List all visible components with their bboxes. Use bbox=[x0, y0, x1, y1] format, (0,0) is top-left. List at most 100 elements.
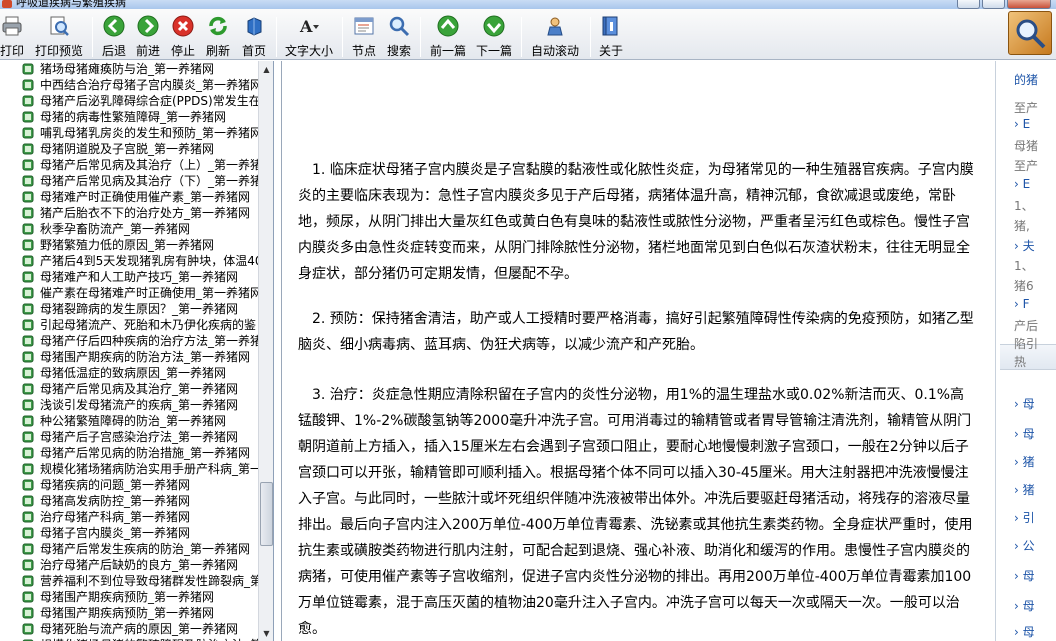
related-item[interactable]: › F bbox=[1014, 297, 1030, 311]
document-icon bbox=[22, 159, 34, 171]
related-item[interactable]: 热 bbox=[1014, 353, 1026, 370]
related-item[interactable]: 的猪 bbox=[1014, 71, 1038, 88]
related-item[interactable]: 猪6 bbox=[1014, 277, 1034, 294]
related-item[interactable]: 产后 bbox=[1014, 317, 1038, 334]
tree-item[interactable]: 母猪产后常见病及其治疗_第一养猪网 bbox=[0, 381, 258, 397]
related-item[interactable]: › 母 bbox=[1014, 623, 1035, 640]
article-tree: 猪场母猪瘫痪防与治_第一养猪网 中西结合治疗母猪子宫内膜炎_第一养猪网 母猪产后泌乳… bbox=[0, 61, 274, 641]
document-icon bbox=[22, 511, 34, 523]
related-item[interactable]: 1、 bbox=[1014, 197, 1034, 214]
tree-item[interactable]: 猪产后胎衣不下的治疗处方_第一养猪网 bbox=[0, 205, 258, 221]
document-icon bbox=[22, 319, 34, 331]
related-item[interactable]: › E bbox=[1014, 177, 1030, 191]
font-size-button[interactable]: A 文字大小 bbox=[283, 12, 335, 58]
tree-item[interactable]: 哺乳母猪乳房炎的发生和预防_第一养猪网 bbox=[0, 125, 258, 141]
tree-item[interactable]: 母猪产后常见病的防治措施_第一养猪网 bbox=[0, 445, 258, 461]
auto-scroll-icon bbox=[544, 15, 566, 37]
related-item[interactable]: › 引 bbox=[1014, 509, 1035, 526]
related-item[interactable]: 猪, bbox=[1014, 217, 1030, 234]
tree-item[interactable]: 母猪产后泌乳障碍综合症(PPDS)常发生在母 bbox=[0, 93, 258, 109]
print-preview-button[interactable]: 打印预览 bbox=[34, 12, 84, 58]
related-item[interactable]: 陷引 bbox=[1014, 335, 1038, 352]
about-button[interactable]: 关于 bbox=[597, 12, 625, 58]
scroll-thumb[interactable] bbox=[260, 482, 273, 546]
back-arrow-icon bbox=[103, 15, 125, 37]
tree-item[interactable]: 母猪低温症的致病原因_第一养猪网 bbox=[0, 365, 258, 381]
article-paragraph: 2. 预防：保持猪舍清洁，助产或人工授精时要严格消毒，搞好引起繁殖障碍性传染病的… bbox=[298, 311, 974, 353]
document-icon bbox=[22, 367, 34, 379]
maximize-button[interactable] bbox=[982, 0, 1005, 9]
tree-item-label: 母猪裂蹄病的发生原因？_第一养猪网 bbox=[40, 302, 239, 316]
tree-item[interactable]: 母猪死胎与流产病的原因_第一养猪网 bbox=[0, 621, 258, 637]
close-window-button[interactable] bbox=[1007, 0, 1051, 9]
tree-item[interactable]: 规模化猪场母猪的繁殖障碍及防治方法_第 bbox=[0, 637, 258, 641]
tree-item[interactable]: 产猪后4到5天发现猪乳房有肿块，体温40 bbox=[0, 253, 258, 269]
stop-button[interactable]: 停止 bbox=[169, 12, 197, 58]
tree-item[interactable]: 催产素在母猪难产时正确使用_第一养猪网 bbox=[0, 285, 258, 301]
document-icon bbox=[22, 335, 34, 347]
forward-button[interactable]: 前进 bbox=[134, 12, 162, 58]
tree-item[interactable]: 猪场母猪瘫痪防与治_第一养猪网 bbox=[0, 61, 258, 77]
tree-item[interactable]: 母猪阴道脱及子宫脱_第一养猪网 bbox=[0, 141, 258, 157]
next-article-button[interactable]: 下一篇 bbox=[474, 12, 514, 58]
tree-item[interactable]: 母猪产后常发生疾病的防治_第一养猪网 bbox=[0, 541, 258, 557]
tree-item[interactable]: 营养福利不到位导致母猪群发性蹄裂病_第 bbox=[0, 573, 258, 589]
tree-item[interactable]: 秋季孕畜防流产_第一养猪网 bbox=[0, 221, 258, 237]
tree-item[interactable]: 母猪高发病防控_第一养猪网 bbox=[0, 493, 258, 509]
tree-item[interactable]: 母猪产仔后四种疾病的治疗方法_第一养猪 bbox=[0, 333, 258, 349]
tree-item[interactable]: 母猪的病毒性繁殖障碍_第一养猪网 bbox=[0, 109, 258, 125]
tree-item[interactable]: 母猪产后常见病及其治疗（下）_第一养猪 bbox=[0, 173, 258, 189]
tree-item[interactable]: 母猪难产时正确使用催产素_第一养猪网 bbox=[0, 189, 258, 205]
related-item[interactable]: › 夫 bbox=[1014, 237, 1035, 254]
related-item[interactable]: › 猪 bbox=[1014, 453, 1035, 470]
print-preview-icon bbox=[48, 15, 70, 37]
tree-item[interactable]: 母猪疾病的问题_第一养猪网 bbox=[0, 477, 258, 493]
tree-item[interactable]: 母猪子宫内膜炎_第一养猪网 bbox=[0, 525, 258, 541]
tree-item[interactable]: 母猪难产和人工助产技巧_第一养猪网 bbox=[0, 269, 258, 285]
related-item[interactable]: › 母 bbox=[1014, 597, 1035, 614]
related-item[interactable]: › E bbox=[1014, 117, 1030, 131]
tree-item[interactable]: 母猪产后子宫感染治疗法_第一养猪网 bbox=[0, 429, 258, 445]
related-item[interactable]: 至产 bbox=[1014, 157, 1038, 174]
tree-scrollbar[interactable]: ▲ ▼ bbox=[258, 61, 273, 641]
auto-scroll-button[interactable]: 自动滚动 bbox=[529, 12, 581, 58]
tree-item[interactable]: 浅谈引发母猪流产的疾病_第一养猪网 bbox=[0, 397, 258, 413]
tree-item[interactable]: 母猪产后常见病及其治疗（上）_第一养猪 bbox=[0, 157, 258, 173]
tree-item[interactable]: 引起母猪流产、死胎和木乃伊化疾病的鉴 bbox=[0, 317, 258, 333]
document-icon bbox=[22, 431, 34, 443]
tree-item[interactable]: 野猪繁殖力低的原因_第一养猪网 bbox=[0, 237, 258, 253]
document-icon bbox=[22, 239, 34, 251]
related-item[interactable]: 母猪 bbox=[1014, 137, 1038, 154]
related-item[interactable]: › 母 bbox=[1014, 567, 1035, 584]
related-item[interactable]: › 母 bbox=[1014, 425, 1035, 442]
tree-item-label: 母猪产后子宫感染治疗法_第一养猪网 bbox=[40, 430, 239, 444]
scroll-down-arrow-icon[interactable]: ▼ bbox=[259, 625, 273, 641]
related-item[interactable]: 1、 bbox=[1014, 257, 1034, 274]
tree-item[interactable]: 母猪围产期疾病预防_第一养猪网 bbox=[0, 605, 258, 621]
article-content: 1. 临床症状母猪子宫内膜炎是子宫黏膜的黏液性或化脓性炎症，为母猪常见的一种生殖… bbox=[281, 61, 994, 641]
tree-item[interactable]: 中西结合治疗母猪子宫内膜炎_第一养猪网 bbox=[0, 77, 258, 93]
tree-item[interactable]: 母猪围产期疾病的防治方法_第一养猪网 bbox=[0, 349, 258, 365]
print-button[interactable]: 打印 bbox=[0, 12, 24, 58]
related-item[interactable]: › 母 bbox=[1014, 395, 1035, 412]
tree-item[interactable]: 规模化猪场猪病防治实用手册产科病_第一 bbox=[0, 461, 258, 477]
tree-item[interactable]: 母猪围产期疾病预防_第一养猪网 bbox=[0, 589, 258, 605]
tree-item[interactable]: 母猪裂蹄病的发生原因？_第一养猪网 bbox=[0, 301, 258, 317]
tree-item[interactable]: 种公猪繁殖障碍的防治_第一养猪网 bbox=[0, 413, 258, 429]
scroll-up-arrow-icon[interactable]: ▲ bbox=[259, 61, 273, 77]
toolbar-separator bbox=[342, 17, 343, 57]
toolbar: 打印 打印预览 后退 前进 停止 刷新 首页 A 文字大小 节点 搜索 前一篇 … bbox=[0, 9, 1056, 60]
nodes-button[interactable]: 节点 bbox=[350, 12, 378, 58]
tree-item[interactable]: 治疗母猪产科病_第一养猪网 bbox=[0, 509, 258, 525]
search-button[interactable]: 搜索 bbox=[385, 12, 413, 58]
tree-item[interactable]: 治疗母猪产后缺奶的良方_第一养猪网 bbox=[0, 557, 258, 573]
related-item[interactable]: › 猪 bbox=[1014, 481, 1035, 498]
tree-item-label: 催产素在母猪难产时正确使用_第一养猪网 bbox=[40, 286, 258, 300]
related-item[interactable]: › 公 bbox=[1014, 537, 1035, 554]
home-button[interactable]: 首页 bbox=[240, 12, 268, 58]
refresh-button[interactable]: 刷新 bbox=[204, 12, 232, 58]
back-button[interactable]: 后退 bbox=[100, 12, 128, 58]
related-item[interactable]: 至产 bbox=[1014, 99, 1038, 116]
minimize-button[interactable] bbox=[957, 0, 980, 9]
previous-article-button[interactable]: 前一篇 bbox=[428, 12, 468, 58]
